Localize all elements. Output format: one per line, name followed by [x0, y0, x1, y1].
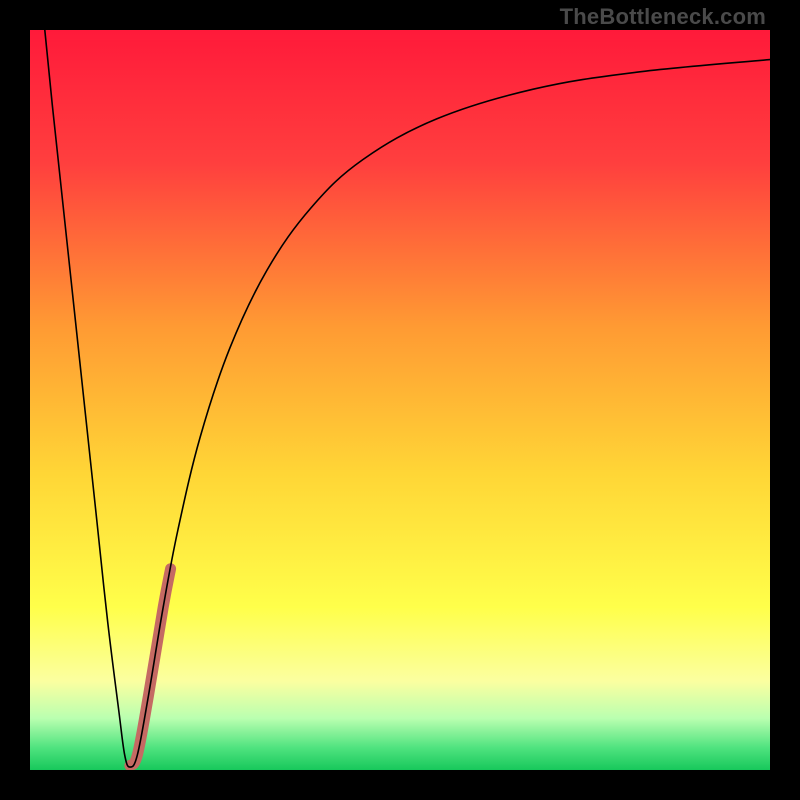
watermark-text: TheBottleneck.com — [560, 4, 766, 30]
chart-svg — [30, 30, 770, 770]
plot-area — [30, 30, 770, 770]
gradient-background — [30, 30, 770, 770]
chart-frame: TheBottleneck.com — [0, 0, 800, 800]
